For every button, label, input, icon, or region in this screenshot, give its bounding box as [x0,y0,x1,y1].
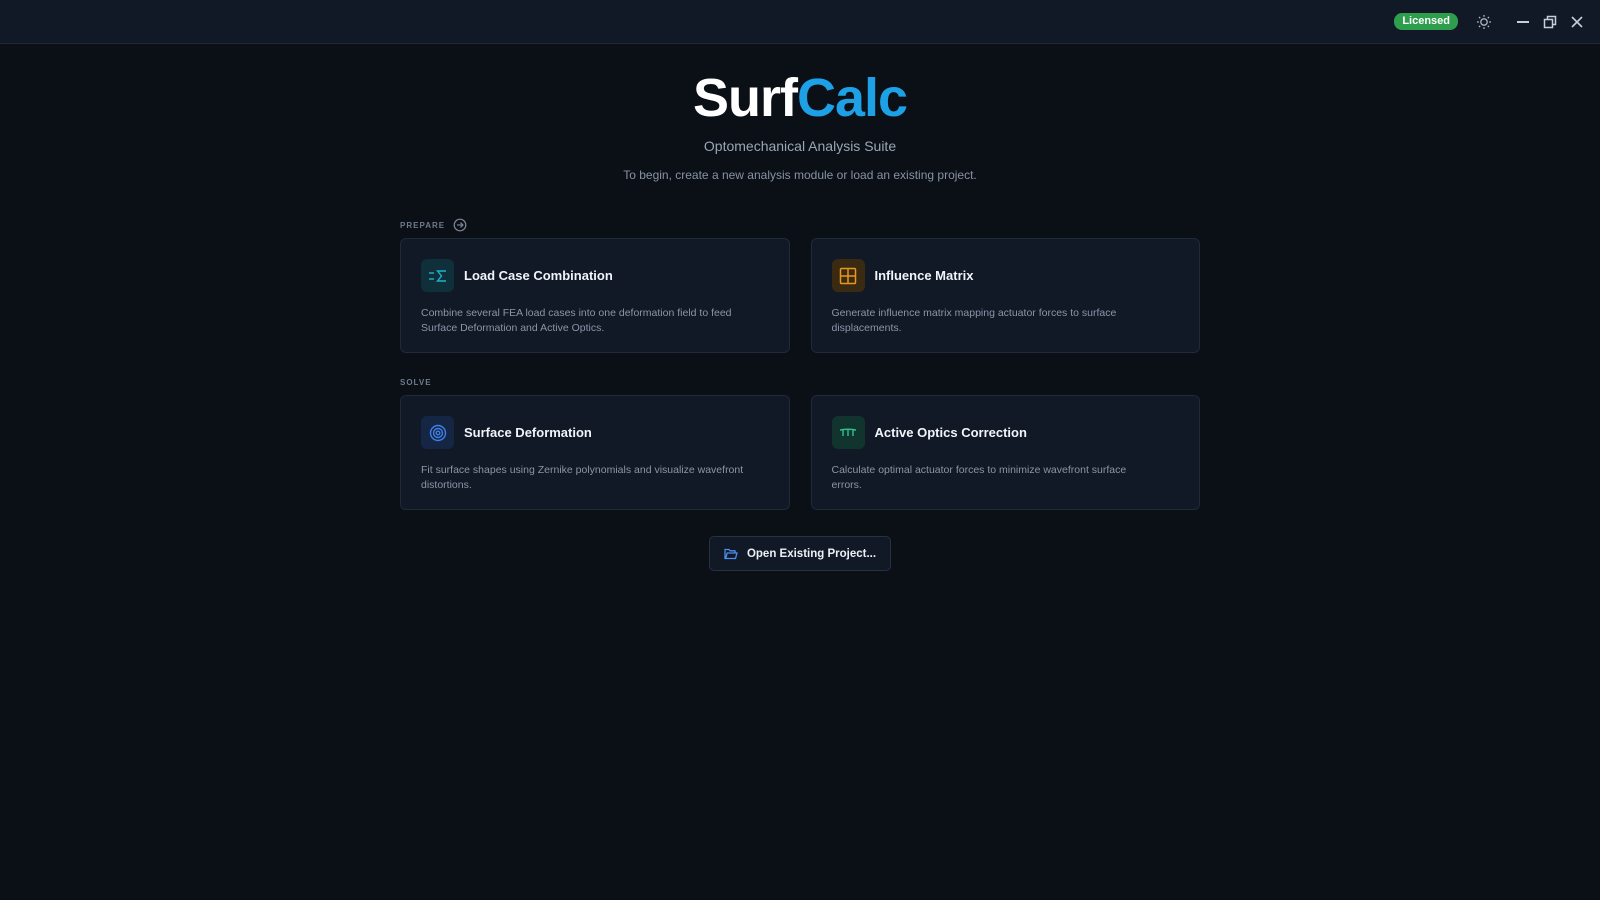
license-badge: Licensed [1394,13,1458,30]
title-bar: Licensed [0,0,1600,44]
brightness-icon [1476,14,1492,30]
card-description: Calculate optimal actuator forces to min… [831,464,1127,491]
prepare-grid: Load Case Combination Combine several FE… [400,238,1200,353]
card-title: Load Case Combination [464,268,613,283]
close-icon [1570,15,1584,29]
module-sections: PREPARE Load Case Combination Combine se… [400,218,1200,510]
module-card-influence-matrix[interactable]: Influence Matrix Generate influence matr… [810,238,1200,353]
welcome-tagline: To begin, create a new analysis module o… [623,168,977,182]
card-description: Fit surface shapes using Zernike polynom… [421,464,744,491]
card-title: Active Optics Correction [874,425,1027,440]
restore-button[interactable] [1537,9,1563,35]
arrow-right-circle-icon[interactable] [453,218,467,232]
actuator-icon [831,416,865,449]
sigma-icon [421,259,454,292]
card-description: Generate influence matrix mapping actuat… [831,307,1117,334]
app-subtitle: Optomechanical Analysis Suite [703,138,897,154]
theme-toggle-button[interactable] [1471,9,1497,35]
module-card-surface-deformation[interactable]: Surface Deformation Fit surface shapes u… [400,395,790,510]
solve-grid: Surface Deformation Fit surface shapes u… [400,395,1200,510]
minimize-button[interactable] [1510,9,1536,35]
section-label-solve: SOLVE [400,377,432,387]
hero: SurfCalc Optomechanical Analysis Suite T… [0,66,1600,182]
section-label-prepare: PREPARE [400,218,1200,232]
close-button[interactable] [1564,9,1590,35]
grid-icon [831,259,865,292]
target-icon [421,416,454,449]
card-title: Surface Deformation [464,425,592,440]
module-card-load-case-combination[interactable]: Load Case Combination Combine several FE… [400,238,790,353]
card-description: Combine several FEA load cases into one … [421,307,732,334]
card-title: Influence Matrix [874,268,974,283]
folder-icon [724,548,738,560]
restore-icon [1543,15,1557,29]
minimize-icon [1516,15,1530,29]
open-project-area: Open Existing Project... [0,536,1600,571]
open-existing-project-button[interactable]: Open Existing Project... [709,536,891,571]
app-logo: SurfCalc [692,68,908,128]
open-button-label: Open Existing Project... [746,547,877,560]
module-card-active-optics-correction[interactable]: Active Optics Correction Calculate optim… [810,395,1200,510]
